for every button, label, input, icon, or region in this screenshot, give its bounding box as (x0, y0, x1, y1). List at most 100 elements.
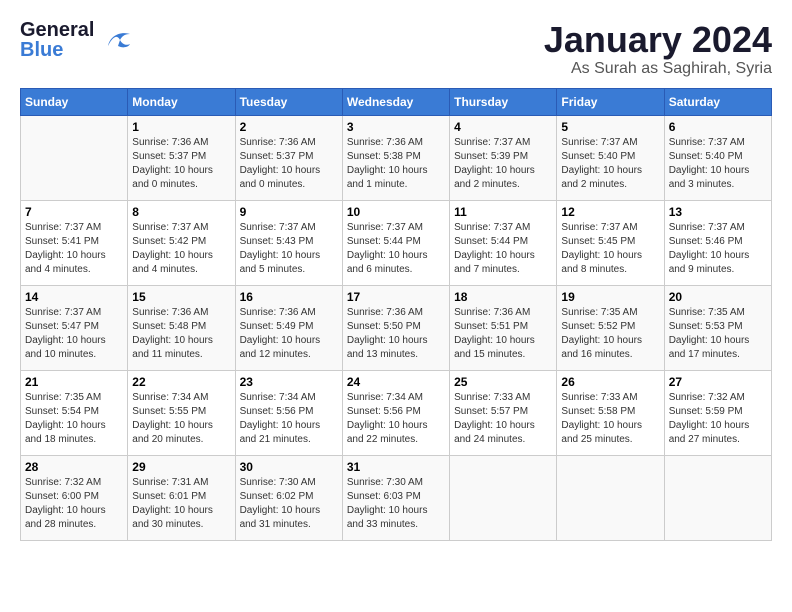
calendar-cell (557, 455, 664, 540)
day-info: Sunrise: 7:36 AM Sunset: 5:51 PM Dayligh… (454, 306, 552, 362)
calendar-week-row: 1 Sunrise: 7:36 AM Sunset: 5:37 PM Daylig… (21, 115, 772, 200)
day-number: 20 (669, 290, 767, 304)
calendar-cell: 5 Sunrise: 7:37 AM Sunset: 5:40 PM Daylig… (557, 115, 664, 200)
title-area: January 2024 As Surah as Saghirah, Syria (544, 20, 772, 78)
calendar-body: 1 Sunrise: 7:36 AM Sunset: 5:37 PM Daylig… (21, 115, 772, 540)
calendar-cell: 24 Sunrise: 7:34 AM Sunset: 5:56 PM Dayli… (342, 370, 449, 455)
day-info: Sunrise: 7:37 AM Sunset: 5:44 PM Dayligh… (454, 221, 552, 277)
calendar-cell (664, 455, 771, 540)
day-number: 2 (240, 120, 338, 134)
day-number: 1 (132, 120, 230, 134)
calendar-cell: 22 Sunrise: 7:34 AM Sunset: 5:55 PM Dayli… (128, 370, 235, 455)
calendar-cell: 29Sunrise: 7:31 AM Sunset: 6:01 PM Dayli… (128, 455, 235, 540)
calendar-cell: 17 Sunrise: 7:36 AM Sunset: 5:50 PM Dayli… (342, 285, 449, 370)
calendar-cell (21, 115, 128, 200)
day-info: Sunrise: 7:37 AM Sunset: 5:39 PM Dayligh… (454, 136, 552, 192)
day-info: Sunrise: 7:33 AM Sunset: 5:57 PM Dayligh… (454, 391, 552, 447)
calendar-cell: 13Sunrise: 7:37 AM Sunset: 5:46 PM Dayli… (664, 200, 771, 285)
day-number: 17 (347, 290, 445, 304)
calendar-table: Sunday Monday Tuesday Wednesday Thursday… (20, 88, 772, 541)
calendar-week-row: 14 Sunrise: 7:37 AM Sunset: 5:47 PM Dayli… (21, 285, 772, 370)
day-number: 30 (240, 460, 338, 474)
day-info: Sunrise: 7:37 AM Sunset: 5:43 PM Dayligh… (240, 221, 338, 277)
calendar-week-row: 28Sunrise: 7:32 AM Sunset: 6:00 PM Dayli… (21, 455, 772, 540)
calendar-cell: 12Sunrise: 7:37 AM Sunset: 5:45 PM Dayli… (557, 200, 664, 285)
calendar-cell: 27Sunrise: 7:32 AM Sunset: 5:59 PM Dayli… (664, 370, 771, 455)
day-number: 13 (669, 205, 767, 219)
day-info: Sunrise: 7:34 AM Sunset: 5:55 PM Dayligh… (132, 391, 230, 447)
logo-blue: Blue (20, 40, 94, 60)
day-info: Sunrise: 7:37 AM Sunset: 5:44 PM Dayligh… (347, 221, 445, 277)
month-title: January 2024 (544, 20, 772, 60)
day-number: 9 (240, 205, 338, 219)
day-number: 7 (25, 205, 123, 219)
calendar-cell: 1 Sunrise: 7:36 AM Sunset: 5:37 PM Daylig… (128, 115, 235, 200)
calendar-cell: 2 Sunrise: 7:36 AM Sunset: 5:37 PM Daylig… (235, 115, 342, 200)
day-info: Sunrise: 7:35 AM Sunset: 5:52 PM Dayligh… (561, 306, 659, 362)
day-number: 25 (454, 375, 552, 389)
calendar-cell: 7 Sunrise: 7:37 AM Sunset: 5:41 PM Daylig… (21, 200, 128, 285)
day-info: Sunrise: 7:37 AM Sunset: 5:47 PM Dayligh… (25, 306, 123, 362)
day-info: Sunrise: 7:36 AM Sunset: 5:50 PM Dayligh… (347, 306, 445, 362)
calendar-header: Sunday Monday Tuesday Wednesday Thursday… (21, 88, 772, 115)
day-number: 11 (454, 205, 552, 219)
day-number: 6 (669, 120, 767, 134)
day-number: 4 (454, 120, 552, 134)
day-info: Sunrise: 7:36 AM Sunset: 5:49 PM Dayligh… (240, 306, 338, 362)
day-info: Sunrise: 7:37 AM Sunset: 5:45 PM Dayligh… (561, 221, 659, 277)
day-info: Sunrise: 7:32 AM Sunset: 6:00 PM Dayligh… (25, 476, 123, 532)
logo-bird-icon (100, 26, 132, 54)
calendar-week-row: 7 Sunrise: 7:37 AM Sunset: 5:41 PM Daylig… (21, 200, 772, 285)
logo: General Blue (20, 20, 132, 60)
calendar-cell: 14 Sunrise: 7:37 AM Sunset: 5:47 PM Dayli… (21, 285, 128, 370)
calendar-cell: 25 Sunrise: 7:33 AM Sunset: 5:57 PM Dayli… (450, 370, 557, 455)
calendar-cell: 23 Sunrise: 7:34 AM Sunset: 5:56 PM Dayli… (235, 370, 342, 455)
day-number: 27 (669, 375, 767, 389)
day-info: Sunrise: 7:36 AM Sunset: 5:38 PM Dayligh… (347, 136, 445, 192)
calendar-cell: 31Sunrise: 7:30 AM Sunset: 6:03 PM Dayli… (342, 455, 449, 540)
col-tuesday: Tuesday (235, 88, 342, 115)
day-number: 29 (132, 460, 230, 474)
day-number: 18 (454, 290, 552, 304)
calendar-cell: 19 Sunrise: 7:35 AM Sunset: 5:52 PM Dayli… (557, 285, 664, 370)
day-info: Sunrise: 7:33 AM Sunset: 5:58 PM Dayligh… (561, 391, 659, 447)
day-number: 19 (561, 290, 659, 304)
col-monday: Monday (128, 88, 235, 115)
calendar-cell: 6Sunrise: 7:37 AM Sunset: 5:40 PM Daylig… (664, 115, 771, 200)
day-number: 31 (347, 460, 445, 474)
calendar-cell: 20 Sunrise: 7:35 AM Sunset: 5:53 PM Dayli… (664, 285, 771, 370)
calendar-cell: 11 Sunrise: 7:37 AM Sunset: 5:44 PM Dayli… (450, 200, 557, 285)
day-info: Sunrise: 7:37 AM Sunset: 5:42 PM Dayligh… (132, 221, 230, 277)
calendar-cell: 16 Sunrise: 7:36 AM Sunset: 5:49 PM Dayli… (235, 285, 342, 370)
day-number: 10 (347, 205, 445, 219)
day-info: Sunrise: 7:34 AM Sunset: 5:56 PM Dayligh… (347, 391, 445, 447)
day-number: 15 (132, 290, 230, 304)
day-number: 21 (25, 375, 123, 389)
day-info: Sunrise: 7:35 AM Sunset: 5:53 PM Dayligh… (669, 306, 767, 362)
calendar-cell: 30Sunrise: 7:30 AM Sunset: 6:02 PM Dayli… (235, 455, 342, 540)
page-header: General Blue January 2024 As Surah as Sa… (20, 20, 772, 78)
day-info: Sunrise: 7:37 AM Sunset: 5:40 PM Dayligh… (561, 136, 659, 192)
day-info: Sunrise: 7:36 AM Sunset: 5:37 PM Dayligh… (132, 136, 230, 192)
day-info: Sunrise: 7:34 AM Sunset: 5:56 PM Dayligh… (240, 391, 338, 447)
calendar-cell: 4 Sunrise: 7:37 AM Sunset: 5:39 PM Daylig… (450, 115, 557, 200)
day-info: Sunrise: 7:36 AM Sunset: 5:37 PM Dayligh… (240, 136, 338, 192)
day-number: 24 (347, 375, 445, 389)
day-number: 14 (25, 290, 123, 304)
col-wednesday: Wednesday (342, 88, 449, 115)
calendar-cell: 3Sunrise: 7:36 AM Sunset: 5:38 PM Daylig… (342, 115, 449, 200)
day-number: 22 (132, 375, 230, 389)
day-info: Sunrise: 7:37 AM Sunset: 5:41 PM Dayligh… (25, 221, 123, 277)
day-number: 16 (240, 290, 338, 304)
calendar-cell: 15 Sunrise: 7:36 AM Sunset: 5:48 PM Dayli… (128, 285, 235, 370)
calendar-cell: 18 Sunrise: 7:36 AM Sunset: 5:51 PM Dayli… (450, 285, 557, 370)
day-number: 5 (561, 120, 659, 134)
calendar-week-row: 21 Sunrise: 7:35 AM Sunset: 5:54 PM Dayli… (21, 370, 772, 455)
calendar-cell: 26 Sunrise: 7:33 AM Sunset: 5:58 PM Dayli… (557, 370, 664, 455)
day-info: Sunrise: 7:35 AM Sunset: 5:54 PM Dayligh… (25, 391, 123, 447)
day-number: 23 (240, 375, 338, 389)
day-info: Sunrise: 7:36 AM Sunset: 5:48 PM Dayligh… (132, 306, 230, 362)
calendar-cell (450, 455, 557, 540)
calendar-cell: 21 Sunrise: 7:35 AM Sunset: 5:54 PM Dayli… (21, 370, 128, 455)
day-number: 26 (561, 375, 659, 389)
